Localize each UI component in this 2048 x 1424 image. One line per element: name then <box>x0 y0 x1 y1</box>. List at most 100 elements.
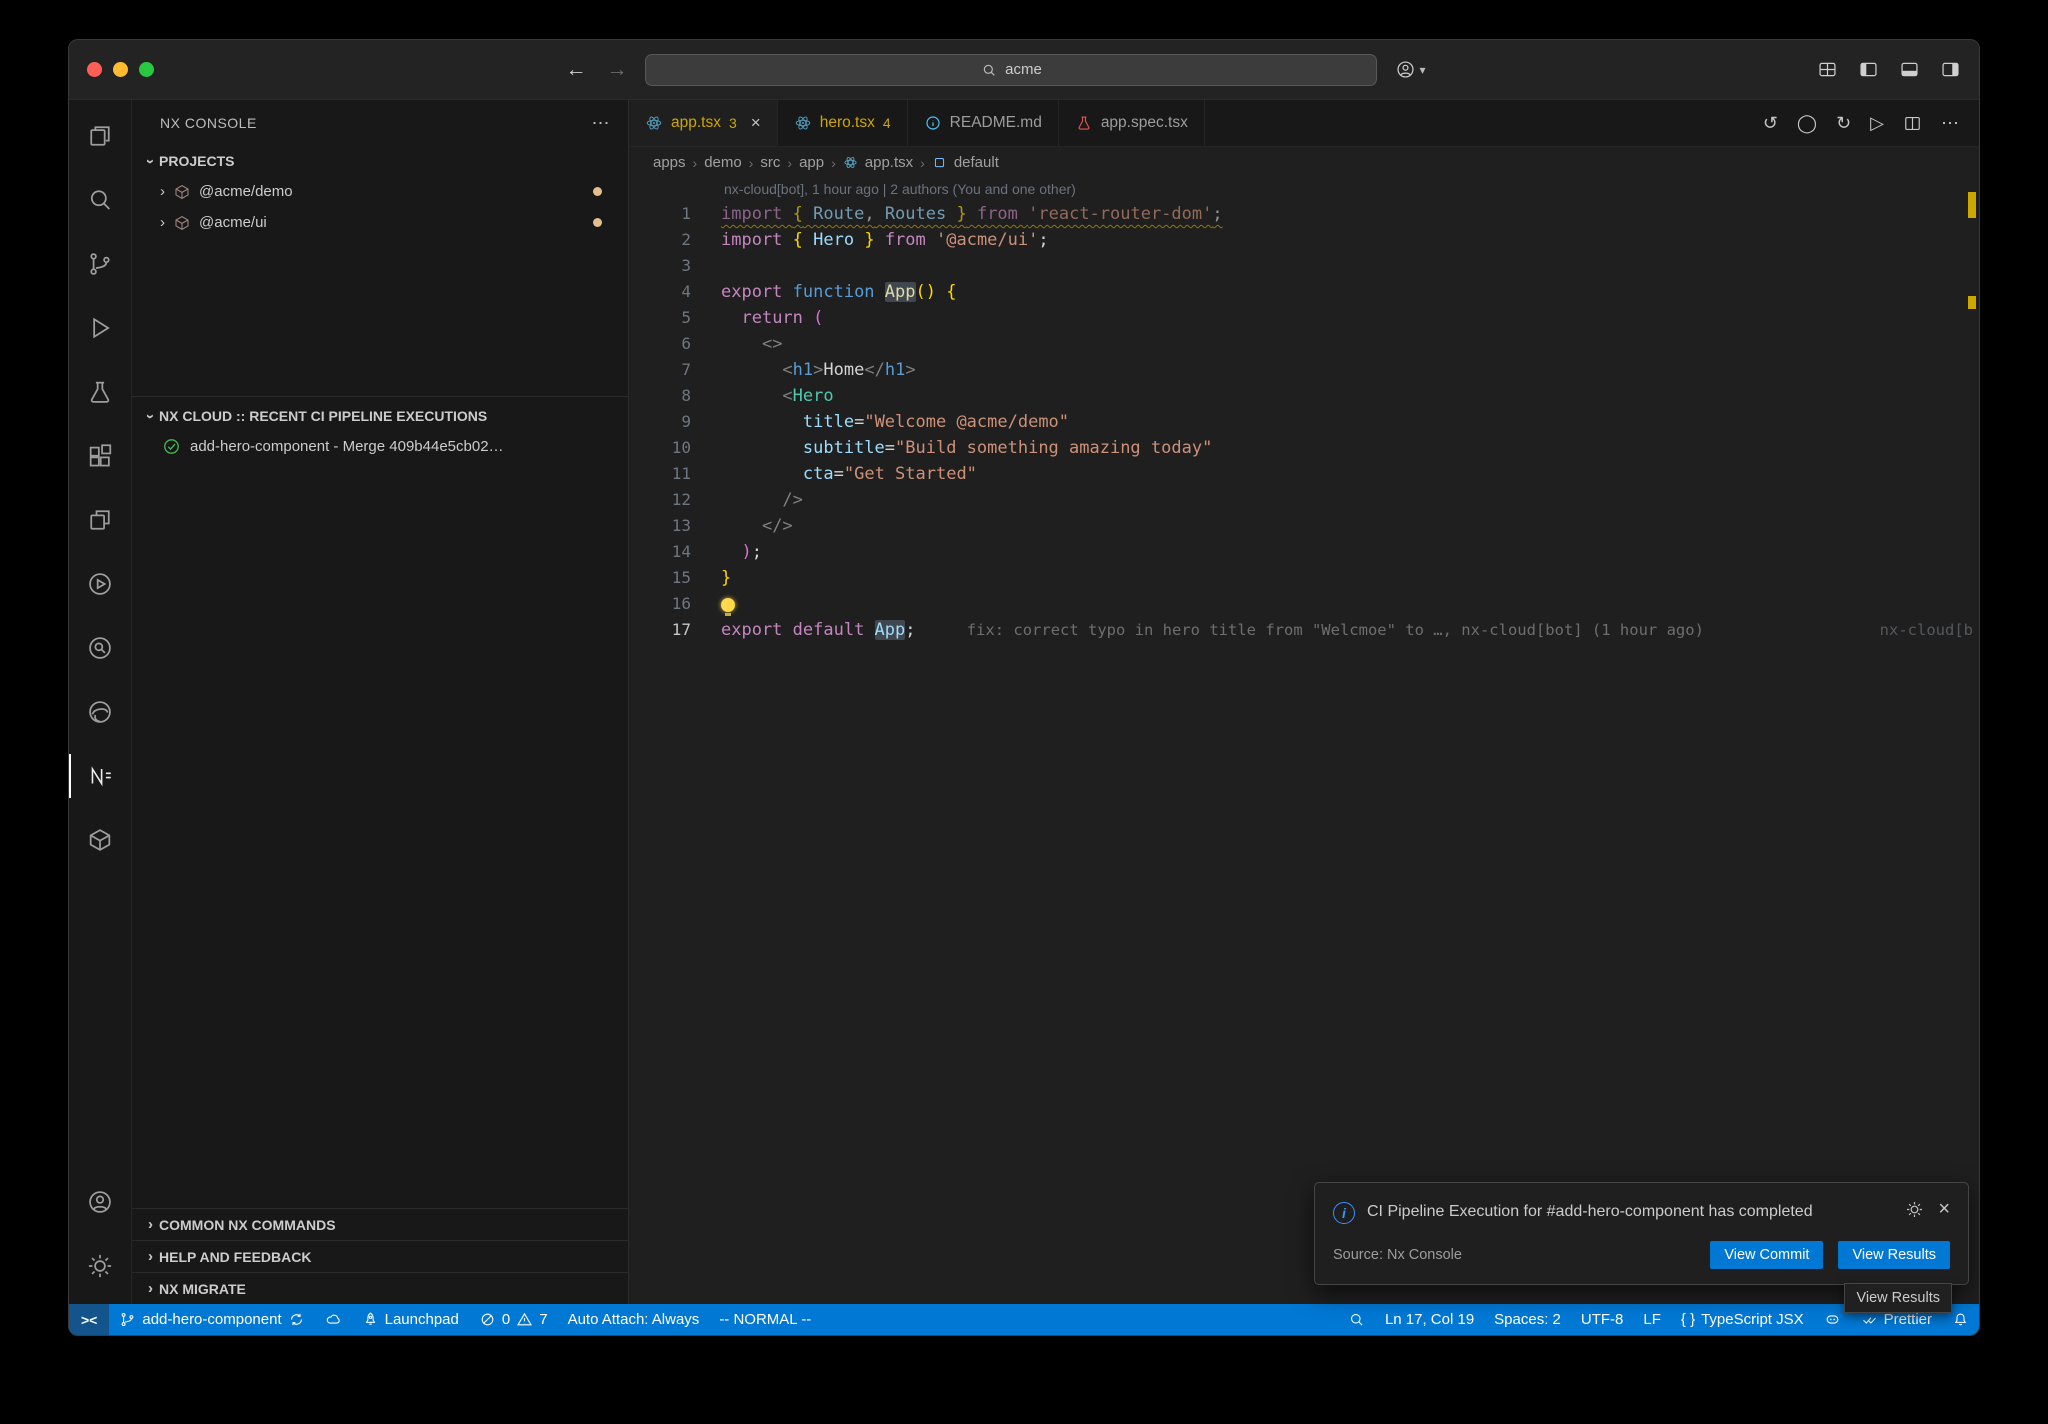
git-branch-status[interactable]: add-hero-component <box>109 1304 314 1335</box>
project-item-acme-ui[interactable]: › @acme/ui <box>132 207 628 238</box>
breakpoint-icon[interactable]: ◯ <box>1797 113 1817 134</box>
view-commit-button[interactable]: View Commit <box>1710 1241 1823 1269</box>
code-line[interactable]: 12 /> <box>629 487 1979 513</box>
line-number[interactable]: 7 <box>629 357 691 383</box>
close-icon[interactable]: × <box>751 113 761 133</box>
close-icon[interactable]: × <box>1938 1200 1950 1219</box>
line-number[interactable]: 15 <box>629 565 691 591</box>
toggle-panel-icon[interactable] <box>1899 59 1920 80</box>
code-line[interactable]: 14 ); <box>629 539 1979 565</box>
code-line[interactable]: 1import { Route, Routes } from 'react-ro… <box>629 201 1979 227</box>
containers-icon[interactable] <box>69 808 131 872</box>
code-line[interactable]: 2import { Hero } from '@acme/ui'; <box>629 227 1979 253</box>
code-line[interactable]: 11 cta="Get Started" <box>629 461 1979 487</box>
discard-changes-icon[interactable]: ↺ <box>1763 113 1778 134</box>
cursor-position-status[interactable]: Ln 17, Col 19 <box>1375 1304 1484 1335</box>
nx-console-icon[interactable] <box>69 744 131 808</box>
screencast-zoom-status[interactable] <box>1338 1304 1375 1335</box>
run-file-icon[interactable]: ▷ <box>1870 113 1884 134</box>
edge-browser-icon[interactable] <box>69 680 131 744</box>
code-line[interactable]: 3 <box>629 253 1979 279</box>
line-number[interactable]: 17 <box>629 617 691 643</box>
breadcrumb-item[interactable]: demo <box>704 154 742 171</box>
breadcrumb-item[interactable]: default <box>954 154 999 171</box>
code-line[interactable]: 7 <h1>Home</h1> <box>629 357 1979 383</box>
quick-fix-lightbulb-icon[interactable] <box>721 598 735 612</box>
remote-indicator[interactable]: >< <box>69 1304 109 1335</box>
run-circle-icon[interactable] <box>69 552 131 616</box>
code-line[interactable]: 9 title="Welcome @acme/demo" <box>629 409 1979 435</box>
code-line[interactable]: 6 <> <box>629 331 1979 357</box>
testing-icon[interactable] <box>69 360 131 424</box>
code-line[interactable]: 4export function App() { <box>629 279 1979 305</box>
pipeline-execution-item[interactable]: add-hero-component - Merge 409b44e5cb02… <box>132 431 628 462</box>
forward-icon[interactable]: → <box>606 58 627 82</box>
maximize-window-button[interactable] <box>139 62 154 77</box>
split-editor-icon[interactable] <box>1903 114 1922 133</box>
auto-attach-status[interactable]: Auto Attach: Always <box>558 1304 710 1335</box>
more-actions-icon[interactable]: ⋯ <box>1941 113 1959 134</box>
cloud-section-header[interactable]: › NX CLOUD :: RECENT CI PIPELINE EXECUTI… <box>132 401 628 431</box>
view-results-button[interactable]: View Results <box>1838 1241 1950 1269</box>
tab-hero-tsx[interactable]: hero.tsx 4 <box>778 100 908 146</box>
line-number[interactable]: 13 <box>629 513 691 539</box>
rerun-icon[interactable]: ↻ <box>1836 113 1851 134</box>
code-line[interactable]: 8 <Hero <box>629 383 1979 409</box>
vim-mode-status[interactable]: -- NORMAL -- <box>709 1304 821 1335</box>
line-number[interactable]: 12 <box>629 487 691 513</box>
close-window-button[interactable] <box>87 62 102 77</box>
language-mode-status[interactable]: { } TypeScript JSX <box>1671 1304 1814 1335</box>
line-number[interactable]: 2 <box>629 227 691 253</box>
tab-readme-md[interactable]: README.md <box>908 100 1059 146</box>
toggle-primary-sidebar-icon[interactable] <box>1858 59 1879 80</box>
minimize-window-button[interactable] <box>113 62 128 77</box>
run-debug-icon[interactable] <box>69 296 131 360</box>
remote-explorer-icon[interactable] <box>69 488 131 552</box>
command-center-search[interactable]: acme <box>645 54 1377 86</box>
extensions-icon[interactable] <box>69 424 131 488</box>
profile-menu[interactable]: ▾ <box>1395 59 1425 80</box>
tab-app-spec-tsx[interactable]: app.spec.tsx <box>1059 100 1205 146</box>
accounts-icon[interactable] <box>69 1170 131 1234</box>
breadcrumb-item[interactable]: src <box>760 154 780 171</box>
source-control-icon[interactable] <box>69 232 131 296</box>
code-line[interactable]: 16 <box>629 591 1979 617</box>
explorer-icon[interactable] <box>69 104 131 168</box>
settings-gear-icon[interactable] <box>69 1234 131 1298</box>
nx-migrate-section[interactable]: › NX MIGRATE <box>132 1272 628 1304</box>
more-actions-icon[interactable]: ⋯ <box>592 113 611 134</box>
line-number[interactable]: 11 <box>629 461 691 487</box>
code-editor[interactable]: nx-cloud[bot], 1 hour ago | 2 authors (Y… <box>629 178 1979 1304</box>
line-number[interactable]: 8 <box>629 383 691 409</box>
breadcrumb-item[interactable]: apps <box>653 154 686 171</box>
line-number[interactable]: 16 <box>629 591 691 617</box>
code-line[interactable]: 10 subtitle="Build something amazing tod… <box>629 435 1979 461</box>
line-number[interactable]: 5 <box>629 305 691 331</box>
notification-settings-gear-icon[interactable] <box>1905 1200 1924 1219</box>
line-number[interactable]: 4 <box>629 279 691 305</box>
code-line[interactable]: 15} <box>629 565 1979 591</box>
launchpad-status[interactable]: Launchpad <box>352 1304 469 1335</box>
line-number[interactable]: 3 <box>629 253 691 279</box>
code-line[interactable]: 5 return ( <box>629 305 1979 331</box>
line-number[interactable]: 1 <box>629 201 691 227</box>
code-search-icon[interactable] <box>69 616 131 680</box>
tab-app-tsx[interactable]: app.tsx 3 × <box>629 100 778 146</box>
code-line[interactable]: 13 </> <box>629 513 1979 539</box>
search-view-icon[interactable] <box>69 168 131 232</box>
encoding-status[interactable]: UTF-8 <box>1571 1304 1634 1335</box>
code-line[interactable]: 17export default App; fix: correct typo … <box>629 617 1979 643</box>
breadcrumb-item[interactable]: app <box>799 154 824 171</box>
projects-section-header[interactable]: › PROJECTS <box>132 146 628 176</box>
line-number[interactable]: 10 <box>629 435 691 461</box>
nx-cloud-status[interactable] <box>315 1304 352 1335</box>
back-icon[interactable]: ← <box>565 58 586 82</box>
breadcrumb-item[interactable]: app.tsx <box>865 154 913 171</box>
eol-status[interactable]: LF <box>1633 1304 1671 1335</box>
project-item-acme-demo[interactable]: › @acme/demo <box>132 176 628 207</box>
toggle-secondary-sidebar-icon[interactable] <box>1940 59 1961 80</box>
line-number[interactable]: 9 <box>629 409 691 435</box>
help-and-feedback-section[interactable]: › HELP AND FEEDBACK <box>132 1240 628 1272</box>
common-nx-commands-section[interactable]: › COMMON NX COMMANDS <box>132 1208 628 1240</box>
line-number[interactable]: 14 <box>629 539 691 565</box>
